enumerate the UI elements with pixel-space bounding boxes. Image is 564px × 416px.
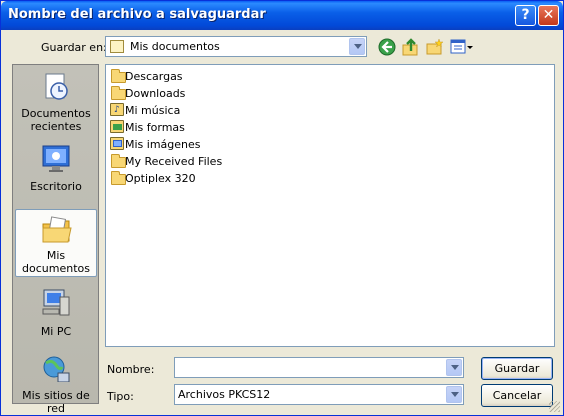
close-button[interactable]: ✕ [538, 5, 559, 26]
place-label: Mis sitios de red [22, 389, 90, 415]
save-dialog: Nombre del archivo a salvaguardar ? ✕ Gu… [0, 0, 564, 416]
place-label: Escritorio [30, 180, 82, 193]
file-name-label: Nombre: [107, 363, 155, 376]
file-name-field[interactable] [174, 357, 464, 378]
file-list[interactable]: Descargas Downloads ♪ Mi música Mis form… [105, 64, 555, 347]
file-name: Mis formas [125, 121, 185, 134]
my-documents-icon [41, 214, 73, 246]
file-name: Optiplex 320 [125, 172, 196, 185]
file-type-label: Tipo: [107, 390, 134, 403]
title-bar[interactable]: Nombre del archivo a salvaguardar ? ✕ [1, 1, 563, 30]
music-folder-icon: ♪ [110, 103, 124, 116]
folder-icon [111, 154, 126, 168]
my-computer-icon [40, 287, 72, 319]
cancel-button[interactable]: Cancelar [481, 384, 553, 407]
file-name: Mis imágenes [125, 138, 201, 151]
place-recent-documents[interactable]: Documentos recientes [15, 69, 97, 135]
place-label: Documentos recientes [21, 107, 91, 133]
chevron-down-icon[interactable] [446, 359, 462, 376]
recent-documents-icon [40, 71, 72, 103]
window-title: Nombre del archivo a salvaguardar [8, 7, 266, 22]
place-network-places[interactable]: Mis sitios de red [15, 355, 97, 415]
folder-icon [111, 171, 126, 185]
back-icon[interactable] [378, 38, 398, 58]
view-menu-icon[interactable] [450, 38, 474, 58]
file-type-dropdown[interactable]: Archivos PKCS12 [174, 384, 464, 405]
shapes-folder-icon [110, 120, 124, 133]
place-label: Mi PC [40, 325, 72, 338]
resize-grip[interactable] [549, 401, 560, 412]
folder-icon [111, 69, 126, 83]
places-bar: Documentos recientes Escritorio Mis docu… [12, 64, 99, 415]
save-button[interactable]: Guardar [481, 357, 553, 380]
chevron-down-icon[interactable] [349, 38, 365, 55]
file-name: Descargas [125, 70, 183, 83]
help-icon: ? [521, 7, 530, 23]
file-name: Downloads [125, 87, 186, 100]
place-my-computer[interactable]: Mi PC [15, 285, 97, 345]
save-in-dropdown[interactable]: Mis documentos [105, 36, 367, 57]
folder-icon [111, 86, 126, 100]
place-label: Mis documentos [22, 249, 90, 275]
save-in-value: Mis documentos [130, 40, 220, 53]
close-icon: ✕ [542, 7, 555, 23]
network-places-icon [40, 355, 72, 387]
place-my-documents[interactable]: Mis documentos [15, 209, 97, 277]
new-folder-icon[interactable] [426, 38, 446, 58]
file-name: My Received Files [125, 155, 223, 168]
help-button[interactable]: ? [515, 5, 536, 26]
pictures-folder-icon [110, 137, 124, 150]
place-desktop[interactable]: Escritorio [15, 140, 97, 200]
save-in-label: Guardar en: [41, 41, 107, 54]
up-folder-icon[interactable] [402, 38, 422, 58]
file-name: Mi música [125, 104, 181, 117]
file-type-value: Archivos PKCS12 [178, 388, 271, 401]
chevron-down-icon[interactable] [446, 386, 462, 403]
my-documents-small-icon [110, 40, 124, 53]
desktop-icon [40, 142, 72, 174]
